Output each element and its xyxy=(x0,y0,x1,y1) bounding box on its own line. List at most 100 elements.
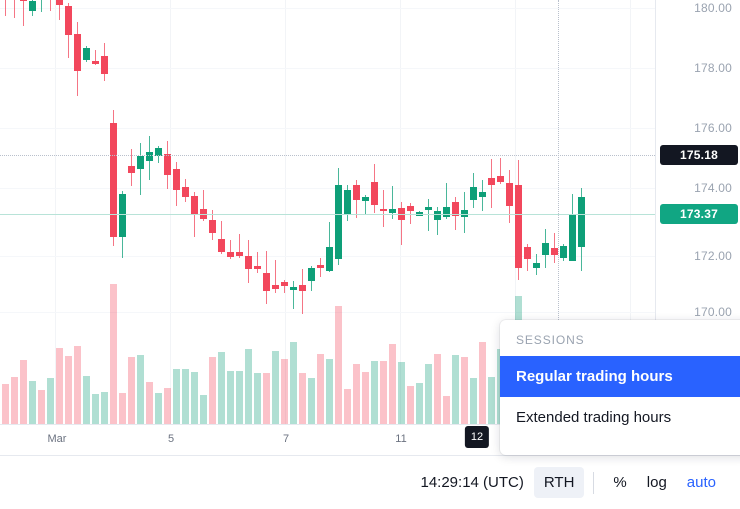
candle-body xyxy=(569,214,576,261)
candle-body xyxy=(281,282,288,286)
volume-bar xyxy=(434,353,441,424)
candle-body xyxy=(560,245,567,258)
candle-body xyxy=(290,287,297,290)
price-axis-tick: 178.00 xyxy=(694,61,732,75)
sessions-item-extended-trading-hours[interactable]: Extended trading hours xyxy=(500,397,740,438)
volume-bar xyxy=(380,361,387,424)
candle-body xyxy=(209,220,216,233)
percent-scale-button[interactable]: % xyxy=(603,467,636,498)
candle-body xyxy=(362,197,369,201)
volume-bar xyxy=(236,371,243,424)
volume-bar xyxy=(65,355,72,424)
candle-body xyxy=(110,122,117,238)
volume-bar xyxy=(398,361,405,424)
candle-body xyxy=(380,208,387,212)
price-axis-tick: 180.00 xyxy=(694,1,732,15)
trading-chart-app: Mar 5 7 11 12 180.00 178.00 176.00 174.00 172.0… xyxy=(0,0,740,509)
volume-bar xyxy=(317,354,324,424)
candle-body xyxy=(344,189,351,216)
volume-bar xyxy=(344,389,351,424)
volume-bar xyxy=(308,377,315,424)
volume-bar xyxy=(47,377,54,424)
price-axis-tick: 172.00 xyxy=(694,249,732,263)
candle-body xyxy=(254,265,261,270)
candle-body xyxy=(524,247,531,259)
candle-body xyxy=(272,285,279,289)
sessions-item-regular-trading-hours[interactable]: Regular trading hours xyxy=(500,356,740,397)
candle-wick xyxy=(140,142,141,195)
candle-body xyxy=(164,154,171,176)
volume-bar xyxy=(299,373,306,424)
candle-body xyxy=(578,197,585,247)
candle-body xyxy=(497,176,504,182)
volume-bar xyxy=(227,370,234,424)
volume-bar xyxy=(92,394,99,424)
candle-body xyxy=(65,6,72,36)
toolbar-divider xyxy=(593,471,595,494)
candle-body xyxy=(245,256,252,270)
candle-body xyxy=(551,248,558,255)
volume-bar xyxy=(182,369,189,424)
candle-body xyxy=(425,207,432,211)
volume-bar xyxy=(146,381,153,424)
candle-body xyxy=(101,56,108,75)
last-price-line xyxy=(0,214,655,215)
time-axis-tick: 7 xyxy=(282,433,290,445)
volume-bar xyxy=(137,355,144,424)
time-axis-tick: 11 xyxy=(395,433,407,445)
candle-body xyxy=(515,184,522,269)
candle-body xyxy=(227,252,234,257)
candle-body xyxy=(137,155,144,169)
volume-bar xyxy=(119,393,126,424)
price-axis-tick: 176.00 xyxy=(694,121,732,135)
candle-body xyxy=(74,34,81,72)
clock-display[interactable]: 14:29:14 (UTC) xyxy=(410,467,533,498)
volume-bar xyxy=(461,356,468,424)
crosshair-time-badge: 12 xyxy=(464,426,490,448)
candle-body xyxy=(146,151,153,161)
volume-bar xyxy=(416,383,423,424)
time-axis-tick: Mar xyxy=(47,433,67,445)
crosshair-horizontal-line xyxy=(0,155,655,156)
volume-bar xyxy=(173,368,180,424)
candle-body xyxy=(434,211,441,220)
volume-bar xyxy=(263,373,270,424)
volume-bar xyxy=(191,372,198,424)
volume-bar xyxy=(56,348,63,424)
candle-wick xyxy=(50,0,51,11)
crosshair-price-badge: 175.18 xyxy=(660,145,738,165)
volume-bar xyxy=(155,393,162,424)
candle-wick xyxy=(302,268,303,314)
volume-bar xyxy=(110,284,117,424)
volume-bar xyxy=(11,377,18,424)
candle-body xyxy=(218,238,225,253)
candle-body xyxy=(263,272,270,292)
price-axis-tick: 174.00 xyxy=(694,181,732,195)
bottom-toolbar: 14:29:14 (UTC) RTH % log auto xyxy=(0,455,740,509)
volume-bar xyxy=(443,395,450,424)
session-toggle-button[interactable]: RTH xyxy=(533,467,585,498)
candle-body xyxy=(353,184,360,200)
candle-wick xyxy=(428,198,429,232)
candle-body xyxy=(389,209,396,213)
volume-bar xyxy=(326,358,333,424)
log-scale-button[interactable]: log xyxy=(637,467,677,498)
volume-bar xyxy=(38,390,45,424)
volume-bar xyxy=(389,344,396,424)
candle-wick xyxy=(5,0,6,16)
candle-body xyxy=(326,247,333,271)
candle-body xyxy=(506,183,513,207)
candle-body xyxy=(407,205,414,212)
sessions-dropdown-header: SESSIONS xyxy=(516,333,585,347)
candle-body xyxy=(299,285,306,291)
sessions-dropdown-menu[interactable]: SESSIONS Regular trading hours Extended … xyxy=(500,320,740,455)
candle-body xyxy=(443,206,450,218)
candle-wick xyxy=(14,0,15,19)
volume-bar xyxy=(290,342,297,424)
auto-scale-button[interactable]: auto xyxy=(677,467,726,498)
candle-body xyxy=(335,184,342,260)
candle-body xyxy=(83,47,90,61)
volume-bar xyxy=(470,378,477,424)
candle-body xyxy=(533,263,540,269)
volume-bar xyxy=(101,391,108,424)
